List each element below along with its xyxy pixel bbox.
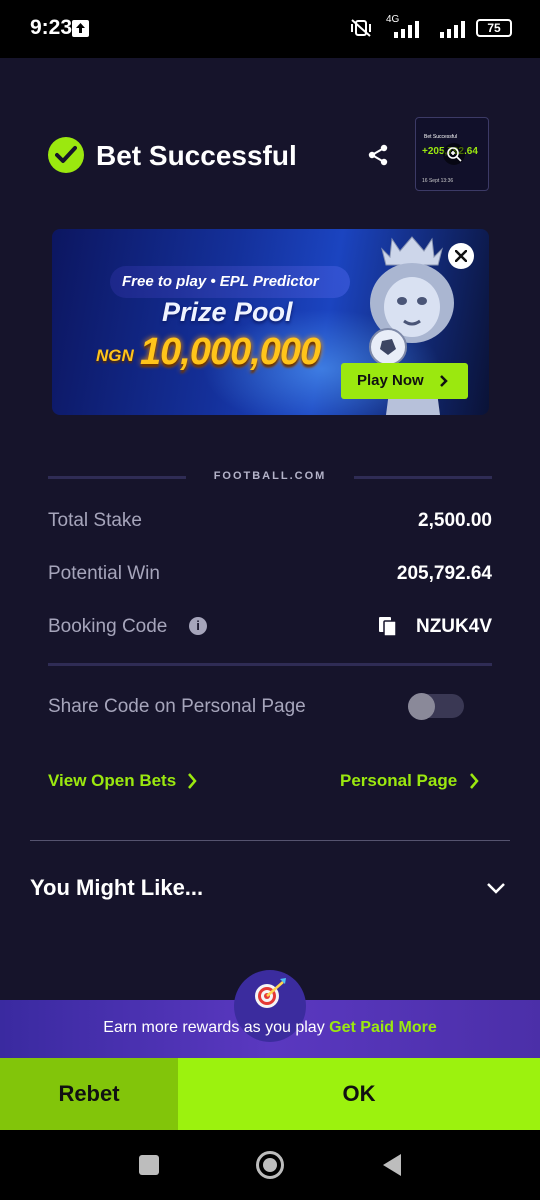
booking-code-label: Booking Code <box>48 616 168 637</box>
upload-notification-icon <box>72 20 89 37</box>
chevron-right-icon <box>440 375 448 387</box>
epl-predictor-banner[interactable]: Free to play • EPL Predictor Prize Pool … <box>52 229 489 415</box>
ok-button[interactable]: OK <box>178 1058 540 1130</box>
section-divider <box>30 840 510 841</box>
thumbnail-date: 16 Sept 13:36 <box>422 178 454 184</box>
total-stake-value: 2,500.00 <box>418 510 492 531</box>
chevron-right-icon[interactable] <box>186 772 198 790</box>
share-code-label: Share Code on Personal Page <box>48 696 306 717</box>
back-icon[interactable] <box>381 1152 403 1178</box>
get-paid-more-link[interactable]: Get Paid More <box>329 1019 437 1036</box>
zoom-icon[interactable] <box>443 143 465 165</box>
recent-apps-icon[interactable] <box>139 1155 159 1175</box>
chevron-down-icon[interactable] <box>486 881 506 895</box>
chevron-right-icon[interactable] <box>468 772 480 790</box>
view-open-bets-link[interactable]: View Open Bets <box>48 771 176 791</box>
signal-icon <box>394 21 419 38</box>
you-might-like-heading[interactable]: You Might Like... <box>30 875 203 901</box>
booking-code-value[interactable]: NZUK4V <box>416 616 492 638</box>
personal-page-link[interactable]: Personal Page <box>340 771 457 791</box>
close-banner-button[interactable] <box>448 243 474 269</box>
clock: 9:23 <box>30 16 73 39</box>
page-title: Bet Successful <box>96 140 297 171</box>
banner-subtitle: Free to play • EPL Predictor <box>122 273 319 290</box>
potential-win-label: Potential Win <box>48 563 160 584</box>
share-icon[interactable] <box>366 143 390 167</box>
rewards-banner[interactable]: Earn more rewards as you play Get Paid M… <box>0 970 540 1058</box>
home-icon[interactable] <box>256 1151 284 1179</box>
signal-icon <box>440 21 465 38</box>
system-nav-bar <box>0 1130 540 1200</box>
bet-success-header: Bet Successful Bet Successful +205,792.6… <box>48 117 492 191</box>
info-icon[interactable]: i <box>189 617 207 635</box>
potential-win-value: 205,792.64 <box>396 563 492 584</box>
divider-line <box>354 476 492 479</box>
banner-prize-pool: Prize Pool <box>162 297 293 327</box>
rebet-button[interactable]: Rebet <box>0 1058 178 1130</box>
play-now-button[interactable]: Play Now <box>341 363 468 399</box>
copy-icon[interactable] <box>378 616 398 638</box>
ok-label: OK <box>342 1081 376 1106</box>
bet-slip-thumbnail[interactable]: Bet Successful +205,792.64 16 Sept 13:36 <box>415 117 489 191</box>
check-circle-icon <box>48 137 84 173</box>
share-code-toggle[interactable] <box>408 693 464 720</box>
total-stake-label: Total Stake <box>48 510 142 531</box>
dartboard-icon <box>255 978 286 1008</box>
status-bar: 9:23 4G 75 <box>0 0 540 58</box>
thumbnail-heading: Bet Successful <box>424 134 458 140</box>
vibrate-mute-icon <box>351 19 371 37</box>
rebet-label: Rebet <box>58 1081 120 1106</box>
rewards-message: Earn more rewards as you play <box>103 1019 325 1036</box>
banner-currency: NGN <box>96 346 134 365</box>
rewards-text: Earn more rewards as you play Get Paid M… <box>0 1019 540 1037</box>
toggle-knob <box>408 693 435 720</box>
play-now-label: Play Now <box>357 372 424 389</box>
battery-icon: 75 <box>476 19 512 37</box>
divider <box>48 663 492 666</box>
brand-divider: FOOTBALL.COM <box>48 470 492 484</box>
banner-amount: 10,000,000 <box>140 331 321 373</box>
